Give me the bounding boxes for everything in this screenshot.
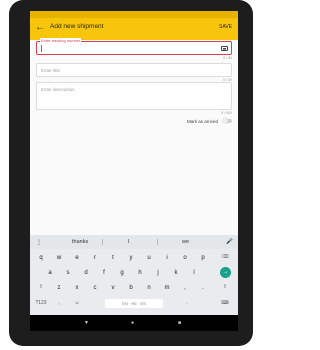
key[interactable]: w (52, 252, 66, 264)
key[interactable]: . (196, 282, 210, 294)
status-bar (30, 11, 238, 18)
key[interactable]: f (97, 267, 111, 279)
suggestion-item[interactable]: we (182, 239, 189, 245)
nav-back-icon[interactable]: ▼ (84, 320, 89, 326)
key[interactable]: d (79, 267, 93, 279)
tablet-frame: ← Add new shipment SAVE Enter tracking n… (9, 0, 253, 346)
key[interactable]: q (34, 252, 48, 264)
suggestion-divider (157, 239, 158, 245)
key[interactable]: o (178, 252, 192, 264)
mark-arrived-switch[interactable] (223, 117, 232, 123)
onscreen-keyboard: ⋮ thanks I we 🎤 q w e r t y u i o p ⌫ a … (30, 235, 238, 315)
key[interactable]: s (61, 267, 75, 279)
spacebar[interactable]: EN · HE · ES (105, 299, 163, 308)
key[interactable]: x (70, 282, 84, 294)
nav-recents-icon[interactable]: ■ (178, 320, 181, 326)
key[interactable]: h (133, 267, 147, 279)
suggestion-item[interactable]: thanks (72, 239, 88, 245)
save-button[interactable]: SAVE (219, 24, 232, 30)
key[interactable]: k (169, 267, 183, 279)
key[interactable]: y (124, 252, 138, 264)
key[interactable]: j (151, 267, 165, 279)
key[interactable]: a (43, 267, 57, 279)
key[interactable]: v (106, 282, 120, 294)
app-bar: ← Add new shipment SAVE (30, 18, 238, 40)
expand-suggestions-icon[interactable]: ⋮ (36, 239, 42, 246)
key[interactable]: l (187, 267, 201, 279)
key[interactable]: g (115, 267, 129, 279)
tracking-number-input[interactable]: Enter tracking number (36, 38, 232, 55)
tracking-counter: 0 / 50 (223, 56, 232, 60)
shift-right-icon[interactable]: ⇧ (218, 284, 232, 290)
suggestion-item[interactable]: I (128, 239, 130, 245)
key[interactable]: c (88, 282, 102, 294)
back-arrow-icon[interactable]: ← (35, 21, 45, 35)
title-input[interactable]: Enter title (36, 63, 232, 77)
suggestion-divider (102, 239, 103, 245)
enter-key-icon[interactable]: → (220, 267, 231, 278)
screen: ← Add new shipment SAVE Enter tracking n… (30, 11, 238, 331)
key[interactable]: , (54, 300, 64, 306)
description-counter: 0 / 500 (221, 111, 232, 115)
key[interactable]: e (70, 252, 84, 264)
shift-left-icon[interactable]: ⇧ (34, 284, 48, 290)
title-placeholder: Enter title (41, 68, 61, 73)
suggestion-bar: ⋮ thanks I we 🎤 (30, 235, 238, 249)
key[interactable]: . (182, 300, 192, 306)
description-input[interactable]: Enter description (36, 82, 232, 110)
symbols-key[interactable]: ?123 (34, 300, 48, 306)
nav-home-icon[interactable]: ● (131, 320, 134, 326)
barcode-scan-icon[interactable] (221, 46, 228, 51)
key[interactable]: , (178, 282, 192, 294)
key[interactable]: u (142, 252, 156, 264)
key[interactable]: r (88, 252, 102, 264)
microphone-icon[interactable]: 🎤 (226, 239, 233, 245)
description-placeholder: Enter description (41, 87, 75, 92)
key[interactable]: n (142, 282, 156, 294)
system-nav-bar: ▼ ● ■ (30, 315, 238, 331)
mark-arrived-label: Mark as arrived (186, 119, 218, 124)
key[interactable]: b (124, 282, 138, 294)
key[interactable]: m (160, 282, 174, 294)
emoji-icon[interactable]: ☺ (72, 300, 82, 306)
text-cursor (41, 45, 42, 52)
backspace-icon[interactable]: ⌫ (218, 254, 232, 260)
key[interactable]: p (196, 252, 210, 264)
tracking-number-label: Enter tracking number (40, 38, 82, 43)
key[interactable]: t (106, 252, 120, 264)
mark-arrived-row: Mark as arrived (186, 117, 232, 124)
keyboard-hide-icon[interactable]: ⌨ (218, 300, 232, 306)
key[interactable]: z (52, 282, 66, 294)
key[interactable]: i (160, 252, 174, 264)
page-title: Add new shipment (50, 23, 104, 30)
